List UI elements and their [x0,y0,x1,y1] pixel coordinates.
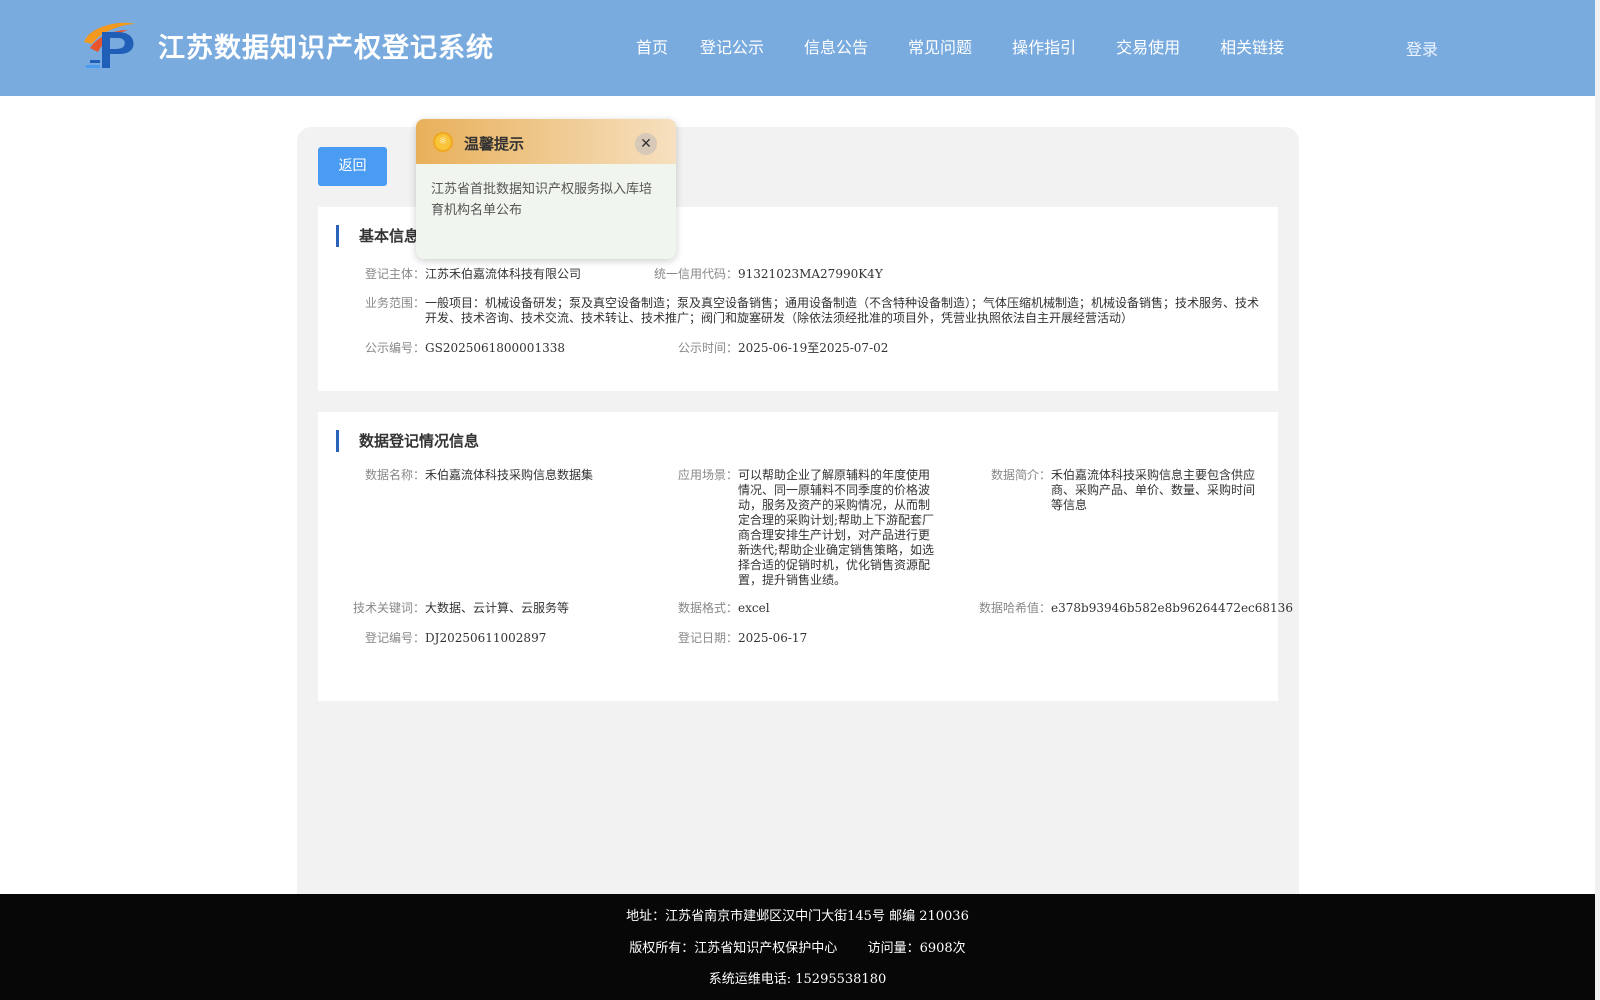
field-label: 数据名称： [365,468,426,482]
popup-header: ☼ 温馨提示 ✕ [416,119,676,164]
field-value: GS2025061800001338 [425,341,565,355]
popup-notice-link[interactable]: 江苏省首批数据知识产权服务拟入库培育机构名单公布 [431,179,663,221]
field-label: 登记编号： [365,631,426,645]
field-label: 公示编号： [365,341,426,355]
field-value: 禾伯嘉流体科技采购信息数据集 [425,468,594,482]
login-link[interactable]: 登录 [1406,36,1438,60]
section-title-data: 数据登记情况信息 [336,430,479,452]
field-publicity-time: 公示时间： 2025-06-19至2025-07-02 [678,341,888,356]
page-scrollbar[interactable] [1595,0,1600,1000]
field-value: e378b93946b582e8b96264472ec68136 [1051,601,1293,615]
bulb-icon: ☼ [433,132,453,152]
field-label: 数据哈希值： [979,601,1052,615]
field-label: 登记日期： [678,631,739,645]
field-data-name: 数据名称： 禾伯嘉流体科技采购信息数据集 [365,468,593,483]
field-label: 登记主体： [365,267,426,281]
field-label: 公示时间： [678,341,739,355]
close-icon[interactable]: ✕ [635,133,657,155]
page-footer: 地址：江苏省南京市建邺区汉中门大街145号 邮编 210036 版权所有：江苏省… [0,894,1595,1000]
field-value: 91321023MA27990K4Y [738,267,883,281]
footer-phone: 系统运维电话: 15295538180 [708,972,887,987]
field-value: 江苏禾伯嘉流体科技有限公司 [425,267,582,281]
footer-copyright: 版权所有：江苏省知识产权保护中心 [629,941,838,956]
notice-popup: ☼ 温馨提示 ✕ 江苏省首批数据知识产权服务拟入库培育机构名单公布 [416,119,676,259]
nav-trade-use[interactable]: 交易使用 [1116,34,1180,58]
field-label: 技术关键词： [353,601,426,615]
field-tech-keywords: 技术关键词： 大数据、云计算、云服务等 [353,601,569,616]
field-label: 业务范围： [365,296,426,310]
footer-visits: 访问量：6908次 [867,941,966,956]
field-label: 应用场景： [678,468,739,482]
field-credit-code: 统一信用代码： 91321023MA27990K4Y [654,267,883,282]
field-registration-date: 登记日期： 2025-06-17 [678,631,807,646]
field-application-scene: 应用场景： 可以帮助企业了解原辅料的年度使用情况、同一原辅料不同季度的价格波动，… [678,468,938,588]
nav-info-announcement[interactable]: 信息公告 [804,34,868,58]
field-value: 大数据、云计算、云服务等 [425,601,570,615]
nav-registration-publicity[interactable]: 登记公示 [700,34,764,58]
field-label: 数据格式： [678,601,739,615]
site-title: 江苏数据知识产权登记系统 [158,33,494,64]
back-button[interactable]: 返回 [318,147,387,186]
nav-home[interactable]: 首页 [636,34,668,58]
field-value: 2025-06-17 [738,631,808,645]
nav-faq[interactable]: 常见问题 [908,34,972,58]
field-label: 数据简介： [991,468,1052,482]
field-value: excel [738,601,770,615]
main-nav: 首页 登记公示 信息公告 常见问题 操作指引 交易使用 相关链接 [620,34,1324,58]
field-data-format: 数据格式： excel [678,601,770,616]
field-business-scope: 业务范围： 一般项目：机械设备研发；泵及真空设备制造；泵及真空设备销售；通用设备… [365,296,1260,326]
field-value: 禾伯嘉流体科技采购信息主要包含供应商、采购产品、单价、数量、采购时间等信息 [1051,468,1256,512]
field-value: 可以帮助企业了解原辅料的年度使用情况、同一原辅料不同季度的价格波动，服务及资产的… [738,468,935,587]
field-publicity-no: 公示编号： GS2025061800001338 [365,341,565,356]
field-registration-no: 登记编号： DJ20250611002897 [365,631,546,646]
nav-guide[interactable]: 操作指引 [1012,34,1076,58]
field-data-hash: 数据哈希值： e378b93946b582e8b96264472ec68136 [979,601,1293,616]
field-label: 统一信用代码： [654,267,739,281]
top-header: 江苏数据知识产权登记系统 首页 登记公示 信息公告 常见问题 操作指引 交易使用… [0,0,1595,96]
field-data-intro: 数据简介： 禾伯嘉流体科技采购信息主要包含供应商、采购产品、单价、数量、采购时间… [991,468,1256,513]
field-entity: 登记主体： 江苏禾伯嘉流体科技有限公司 [365,267,581,282]
popup-title: 温馨提示 [464,135,525,153]
site-logo[interactable] [80,18,140,72]
field-value: DJ20250611002897 [425,631,547,645]
field-value: 2025-06-19至2025-07-02 [738,341,889,355]
footer-copyright-line: 版权所有：江苏省知识产权保护中心 访问量：6908次 [0,937,1595,956]
data-registration-section: 数据登记情况信息 数据名称： 禾伯嘉流体科技采购信息数据集 应用场景： 可以帮助… [318,412,1293,701]
section-title-basic: 基本信息 [336,225,419,247]
nav-related-links[interactable]: 相关链接 [1220,34,1284,58]
footer-address: 地址：江苏省南京市建邺区汉中门大街145号 邮编 210036 [626,909,969,924]
field-value: 一般项目：机械设备研发；泵及真空设备制造；泵及真空设备销售；通用设备制造（不含特… [425,296,1260,325]
